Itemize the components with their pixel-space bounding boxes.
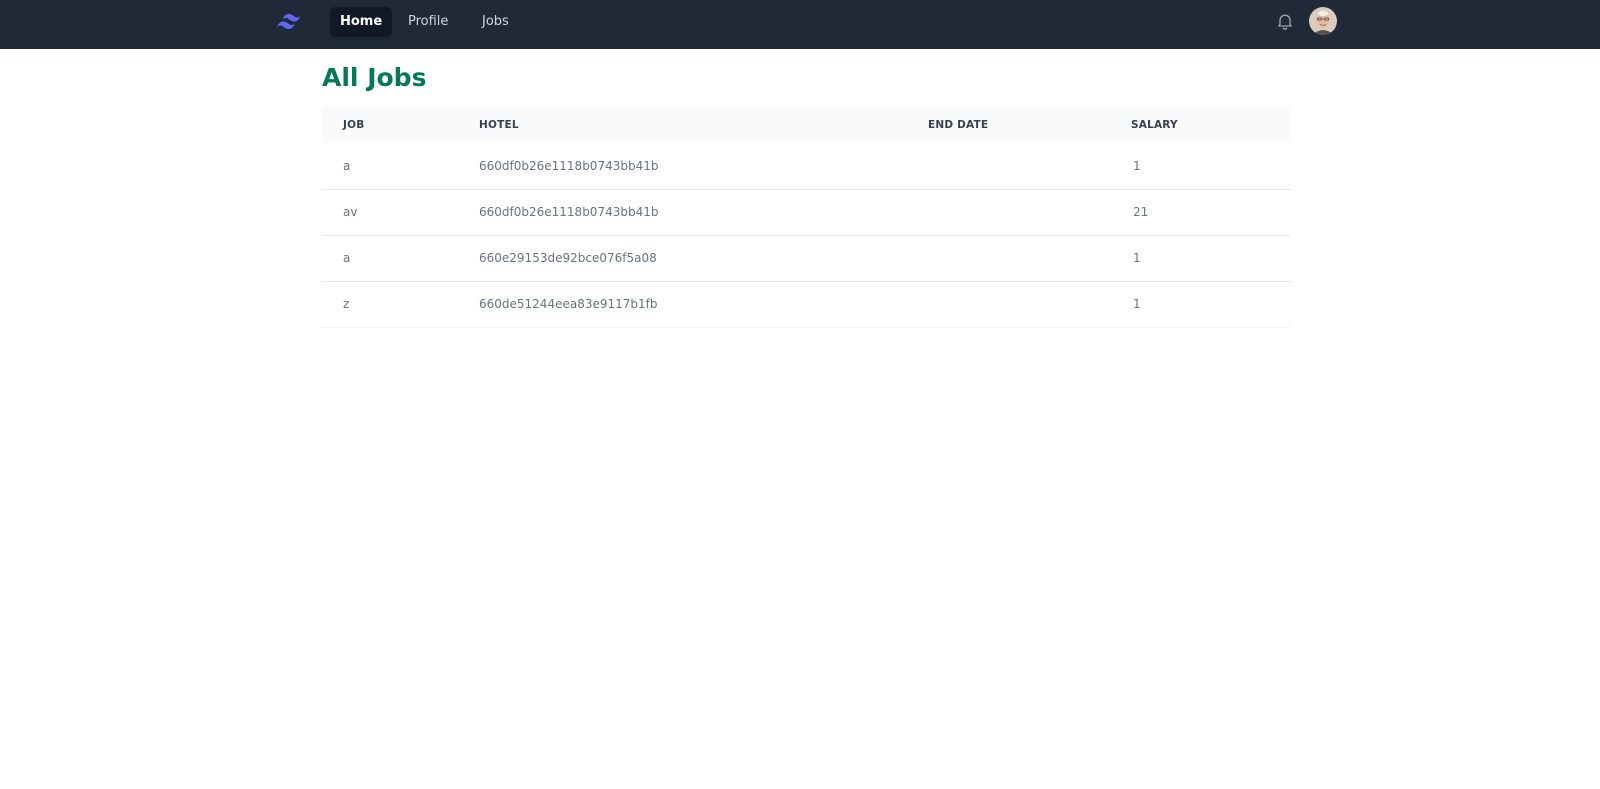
cell-hotel: 660e29153de92bce076f5a08 <box>479 235 928 282</box>
nav-home[interactable]: Home <box>330 7 393 37</box>
cell-job: a <box>322 143 479 190</box>
cell-job: z <box>322 281 479 328</box>
bell-icon[interactable] <box>1275 11 1295 31</box>
column-header-salary: SALARY <box>1131 119 1178 131</box>
user-avatar[interactable] <box>1309 7 1337 35</box>
column-header-end-date: END DATE <box>928 119 989 131</box>
cell-salary: 1 <box>1131 281 1291 328</box>
cell-hotel: 660df0b26e1118b0743bb41b <box>479 189 928 236</box>
column-header-job: JOB <box>343 119 365 131</box>
column-header-hotel: HOTEL <box>479 119 519 131</box>
jobs-table: JOB HOTEL END DATE SALARY a 660df0b26e11… <box>322 107 1291 328</box>
cell-end-date <box>928 281 1131 328</box>
nav-profile[interactable]: Profile <box>398 7 458 37</box>
cell-end-date <box>928 143 1131 190</box>
cell-salary: 1 <box>1131 143 1291 190</box>
cell-hotel: 660de51244eea83e9117b1fb <box>479 281 928 328</box>
avatar-image <box>1309 7 1337 35</box>
nav-jobs[interactable]: Jobs <box>472 7 519 37</box>
cell-job: av <box>322 189 479 236</box>
table-row: a 660e29153de92bce076f5a08 1 <box>322 235 1291 282</box>
cell-hotel: 660df0b26e1118b0743bb41b <box>479 143 928 190</box>
tailwind-logo-icon[interactable] <box>274 10 308 34</box>
table-row: z 660de51244eea83e9117b1fb 1 <box>322 281 1291 328</box>
cell-job: a <box>322 235 479 282</box>
table-header-row: JOB HOTEL END DATE SALARY <box>322 107 1291 143</box>
cell-salary: 1 <box>1131 235 1291 282</box>
cell-salary: 21 <box>1131 189 1291 236</box>
cell-end-date <box>928 189 1131 236</box>
cell-end-date <box>928 235 1131 282</box>
top-navbar: Home Profile Jobs <box>0 0 1600 49</box>
table-row: a 660df0b26e1118b0743bb41b 1 <box>322 143 1291 190</box>
table-row: av 660df0b26e1118b0743bb41b 21 <box>322 189 1291 236</box>
page-title: All Jobs <box>322 63 427 92</box>
